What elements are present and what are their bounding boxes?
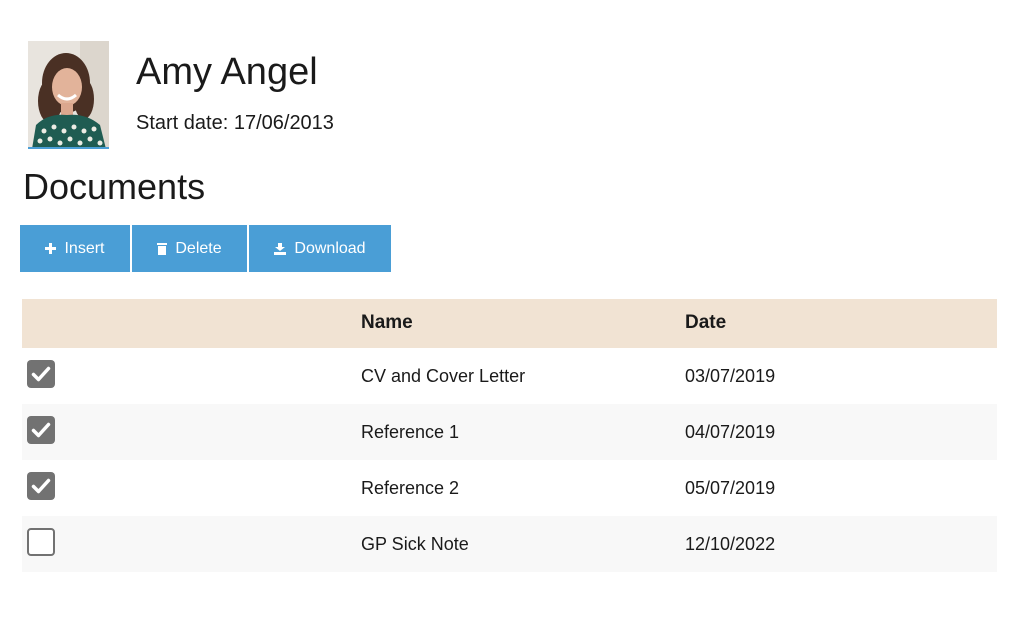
insert-button[interactable]: Insert bbox=[20, 225, 132, 272]
avatar bbox=[28, 41, 109, 149]
table-row[interactable]: Reference 2 05/07/2019 bbox=[22, 460, 997, 516]
download-icon bbox=[274, 242, 287, 255]
download-label: Download bbox=[294, 239, 366, 257]
document-date: 03/07/2019 bbox=[685, 366, 776, 386]
download-button[interactable]: Download bbox=[249, 225, 391, 272]
delete-label: Delete bbox=[175, 239, 222, 257]
checkmark-icon bbox=[31, 422, 51, 438]
table-row[interactable]: GP Sick Note 12/10/2022 bbox=[22, 516, 997, 572]
document-date: 05/07/2019 bbox=[685, 478, 776, 498]
delete-button[interactable]: Delete bbox=[132, 225, 249, 272]
profile-photo bbox=[28, 41, 109, 147]
documents-table: Name Date CV and Cover Letter 03/07/2019… bbox=[22, 299, 997, 572]
checkmark-icon bbox=[31, 366, 51, 382]
documents-toolbar: Insert Delete Download bbox=[20, 225, 391, 272]
document-name: CV and Cover Letter bbox=[361, 366, 526, 386]
table-row[interactable]: CV and Cover Letter 03/07/2019 bbox=[22, 348, 997, 404]
trash-icon bbox=[157, 242, 168, 255]
document-name: Reference 2 bbox=[361, 478, 460, 498]
row-checkbox[interactable] bbox=[27, 360, 55, 388]
column-header-date[interactable]: Date bbox=[685, 312, 726, 334]
row-checkbox[interactable] bbox=[27, 528, 55, 556]
table-header: Name Date bbox=[22, 299, 997, 348]
table-row[interactable]: Reference 1 04/07/2019 bbox=[22, 404, 997, 460]
employee-documents-page: Amy Angel Start date: 17/06/2013 Documen… bbox=[0, 0, 1024, 631]
document-name: GP Sick Note bbox=[361, 534, 469, 554]
row-checkbox[interactable] bbox=[27, 472, 55, 500]
start-date: Start date: 17/06/2013 bbox=[136, 112, 334, 134]
document-date: 04/07/2019 bbox=[685, 422, 776, 442]
insert-label: Insert bbox=[64, 239, 105, 257]
document-name: Reference 1 bbox=[361, 422, 460, 442]
column-header-name[interactable]: Name bbox=[361, 312, 413, 334]
documents-heading: Documents bbox=[23, 166, 206, 207]
checkmark-icon bbox=[31, 478, 51, 494]
plus-icon bbox=[45, 243, 57, 254]
document-date: 12/10/2022 bbox=[685, 534, 776, 554]
row-checkbox[interactable] bbox=[27, 416, 55, 444]
employee-name: Amy Angel bbox=[136, 51, 318, 93]
